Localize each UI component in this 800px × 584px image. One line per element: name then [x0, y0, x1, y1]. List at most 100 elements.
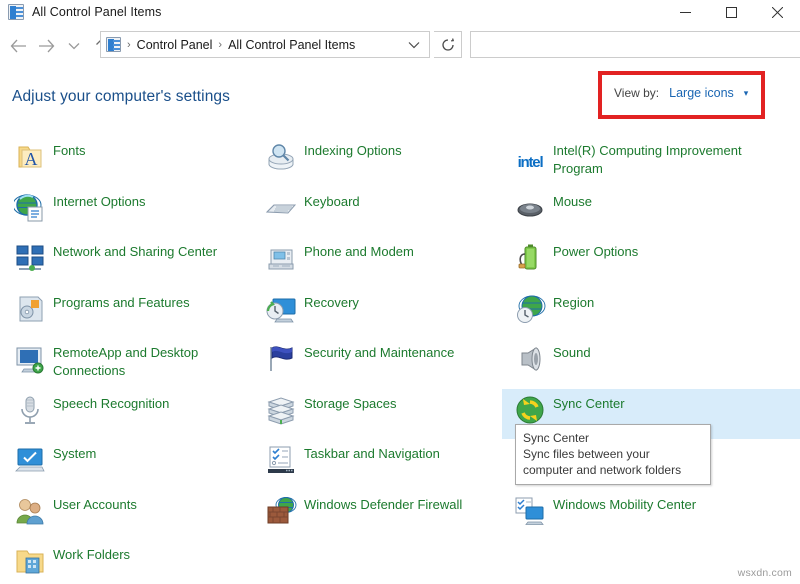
item-label: Work Folders: [53, 546, 130, 564]
phone-modem-icon: [265, 242, 297, 274]
item-label: Programs and Features: [53, 294, 190, 312]
speech-recognition-icon: [14, 394, 46, 426]
item-label: Sound: [553, 344, 591, 362]
item-label: Recovery: [304, 294, 359, 312]
internet-options-icon: [14, 192, 46, 224]
taskbar-navigation-icon: [265, 444, 297, 476]
breadcrumb-item-all-control-panel-items[interactable]: All Control Panel Items: [228, 38, 355, 52]
view-by-label: View by:: [614, 86, 659, 100]
window-controls: [662, 0, 800, 24]
watermark: wsxdn.com: [738, 567, 792, 579]
item-work-folders[interactable]: Work Folders: [0, 540, 250, 584]
region-icon: [514, 293, 546, 325]
item-windows-mobility-center[interactable]: Windows Mobility Center: [502, 490, 800, 541]
network-sharing-center-icon: [14, 242, 46, 274]
window-title: All Control Panel Items: [32, 5, 161, 19]
work-folders-icon: [14, 545, 46, 577]
control-panel-items-grid: A Fonts Internet Options: [0, 136, 800, 584]
item-label: Internet Options: [53, 193, 146, 211]
item-remoteapp-and-desktop-connections[interactable]: RemoteApp and Desktop Connections: [0, 338, 250, 389]
item-taskbar-and-navigation[interactable]: Taskbar and Navigation: [251, 439, 501, 490]
item-label: RemoteApp and Desktop Connections: [53, 344, 238, 379]
items-column-2: Indexing Options Keyboard: [251, 136, 501, 540]
title-bar: All Control Panel Items: [0, 0, 800, 24]
control-panel-icon: [8, 4, 24, 20]
search-input[interactable]: [470, 31, 800, 58]
sync-center-icon: [514, 394, 546, 426]
items-column-1: A Fonts Internet Options: [0, 136, 250, 584]
intel-icon: intel: [514, 146, 546, 178]
control-panel-window: All Control Panel Items: [0, 0, 800, 584]
security-maintenance-icon: [265, 343, 297, 375]
refresh-button[interactable]: [434, 31, 462, 58]
maximize-button[interactable]: [708, 0, 754, 24]
item-phone-and-modem[interactable]: Phone and Modem: [251, 237, 501, 288]
power-options-icon: [514, 242, 546, 274]
item-label: Security and Maintenance: [304, 344, 454, 362]
remoteapp-desktop-connections-icon: [14, 343, 46, 375]
item-label: Power Options: [553, 243, 638, 261]
breadcrumb-separator: ›: [127, 39, 131, 51]
item-label: User Accounts: [53, 496, 137, 514]
item-speech-recognition[interactable]: Speech Recognition: [0, 389, 250, 440]
user-accounts-icon: [14, 495, 46, 527]
close-button[interactable]: [754, 0, 800, 24]
address-dropdown-chevron-icon[interactable]: [403, 32, 425, 57]
item-label: Mouse: [553, 193, 592, 211]
programs-features-icon: [14, 293, 46, 325]
breadcrumb-control-panel-icon: [106, 37, 121, 52]
view-by-value[interactable]: Large icons: [669, 86, 734, 100]
tooltip-title: Sync Center: [523, 430, 703, 446]
breadcrumb-item-control-panel[interactable]: Control Panel: [137, 38, 213, 52]
item-label: System: [53, 445, 96, 463]
system-icon: [14, 444, 46, 476]
item-user-accounts[interactable]: User Accounts: [0, 490, 250, 541]
item-storage-spaces[interactable]: Storage Spaces: [251, 389, 501, 440]
item-label: Network and Sharing Center: [53, 243, 217, 261]
item-label: Taskbar and Navigation: [304, 445, 440, 463]
item-power-options[interactable]: Power Options: [502, 237, 800, 288]
fonts-icon: A: [14, 141, 46, 173]
forward-icon[interactable]: [32, 31, 60, 61]
item-network-and-sharing-center[interactable]: Network and Sharing Center: [0, 237, 250, 288]
item-label: Intel(R) Computing Improvement Program: [553, 142, 763, 177]
back-icon[interactable]: [4, 31, 32, 61]
item-label: Windows Mobility Center: [553, 496, 696, 514]
recent-locations-chevron-icon[interactable]: [60, 31, 88, 61]
view-by-control[interactable]: View by: Large icons ▾: [614, 82, 748, 104]
item-label: Region: [553, 294, 594, 312]
item-indexing-options[interactable]: Indexing Options: [251, 136, 501, 187]
item-label: Storage Spaces: [304, 395, 397, 413]
intel-wordmark: intel: [518, 155, 543, 170]
storage-spaces-icon: [265, 394, 297, 426]
tooltip-description: Sync files between your computer and net…: [523, 446, 703, 478]
item-label: Sync Center: [553, 395, 625, 413]
item-sound[interactable]: Sound: [502, 338, 800, 389]
item-label: Phone and Modem: [304, 243, 414, 261]
item-label: Windows Defender Firewall: [304, 496, 462, 514]
keyboard-icon: [265, 192, 297, 224]
item-keyboard[interactable]: Keyboard: [251, 187, 501, 238]
item-label: Fonts: [53, 142, 86, 160]
page-title: Adjust your computer's settings: [12, 88, 230, 106]
item-programs-and-features[interactable]: Programs and Features: [0, 288, 250, 339]
minimize-button[interactable]: [662, 0, 708, 24]
item-label: Keyboard: [304, 193, 360, 211]
item-system[interactable]: System: [0, 439, 250, 490]
item-label: Speech Recognition: [53, 395, 169, 413]
sound-icon: [514, 343, 546, 375]
item-internet-options[interactable]: Internet Options: [0, 187, 250, 238]
item-windows-defender-firewall[interactable]: Windows Defender Firewall: [251, 490, 501, 541]
chevron-down-icon[interactable]: ▾: [744, 89, 749, 98]
item-mouse[interactable]: Mouse: [502, 187, 800, 238]
item-intel-computing-improvement-program[interactable]: intel Intel(R) Computing Improvement Pro…: [502, 136, 800, 187]
address-bar[interactable]: › Control Panel › All Control Panel Item…: [100, 31, 430, 58]
windows-defender-firewall-icon: [265, 495, 297, 527]
item-security-and-maintenance[interactable]: Security and Maintenance: [251, 338, 501, 389]
breadcrumb-separator: ›: [218, 39, 222, 51]
item-region[interactable]: Region: [502, 288, 800, 339]
recovery-icon: [265, 293, 297, 325]
item-recovery[interactable]: Recovery: [251, 288, 501, 339]
windows-mobility-center-icon: [514, 495, 546, 527]
item-fonts[interactable]: A Fonts: [0, 136, 250, 187]
